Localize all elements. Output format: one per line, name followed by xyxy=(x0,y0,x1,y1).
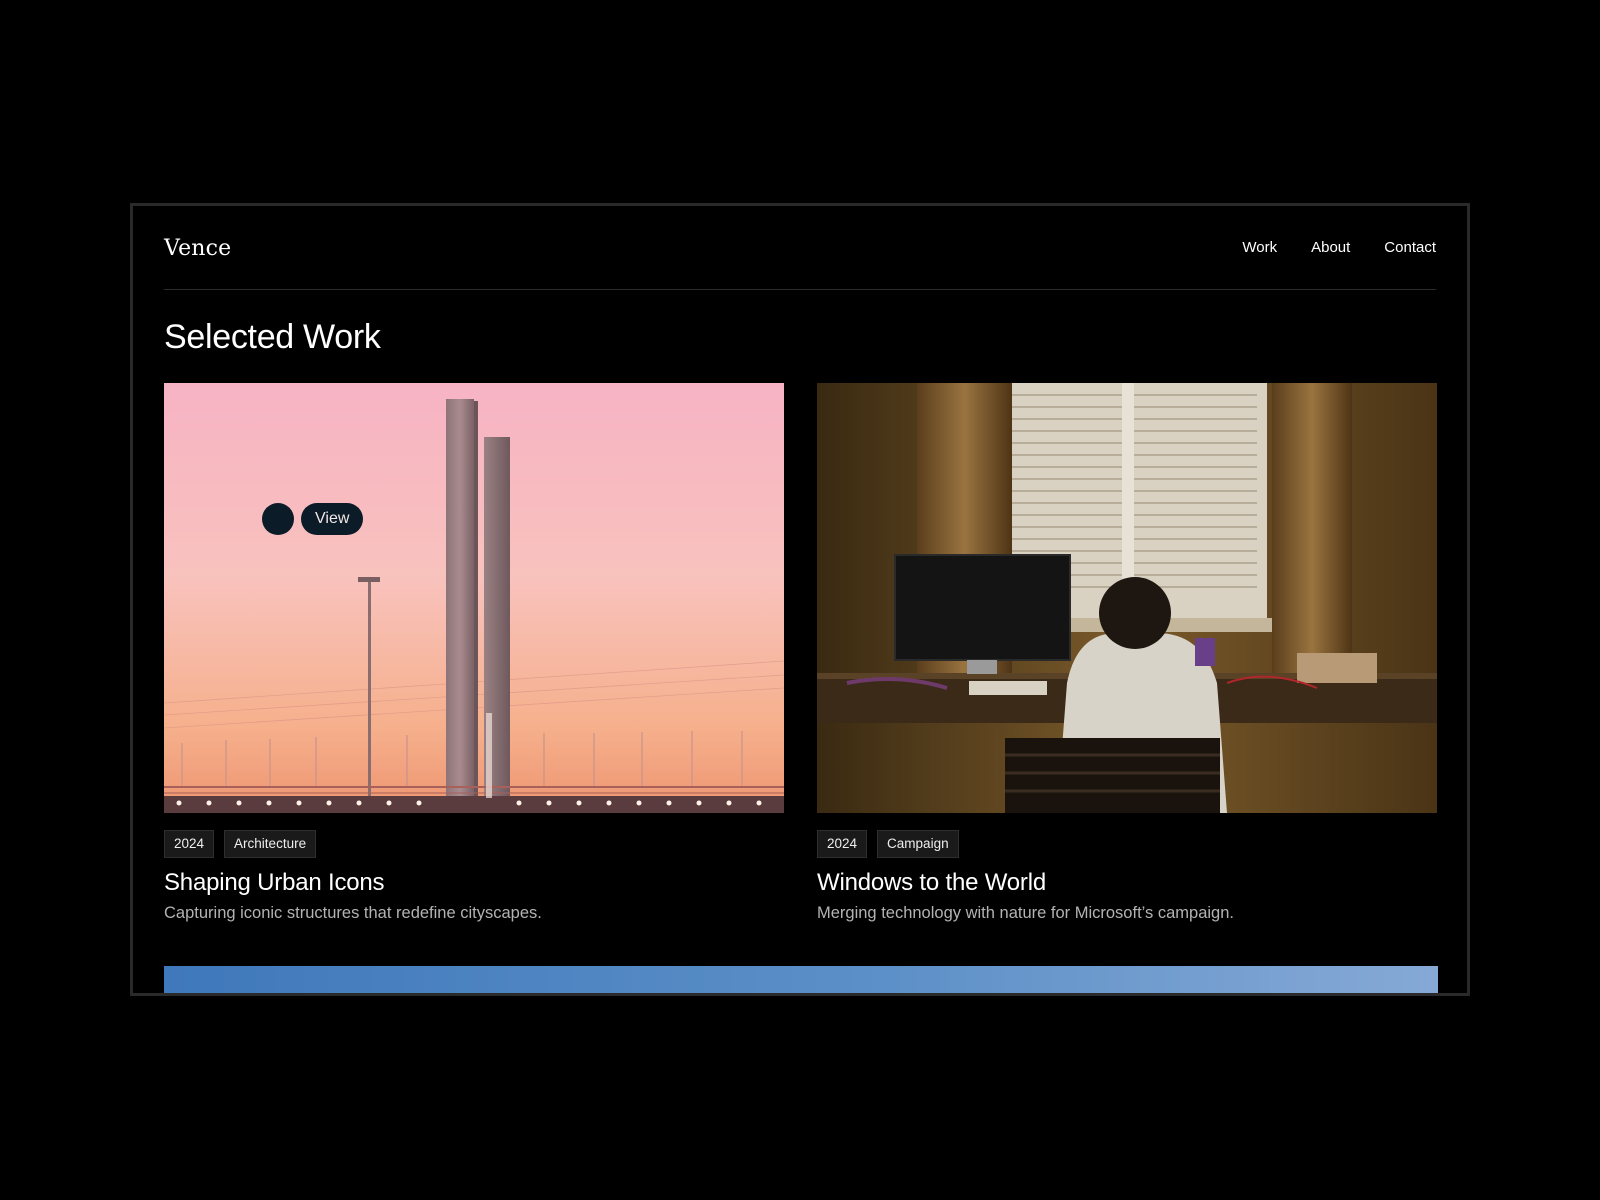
project-tags: 2024 Architecture xyxy=(164,830,784,858)
view-label[interactable]: View xyxy=(301,503,364,535)
project-card-urban-icons[interactable]: View 2024 Architecture Shaping Urban Ico… xyxy=(164,383,784,923)
browser-frame: Vence Work About Contact Selected Work V… xyxy=(130,203,1470,996)
page-title: Selected Work xyxy=(164,318,381,356)
project-image-towers[interactable]: View xyxy=(164,383,784,813)
view-cursor[interactable]: View xyxy=(262,503,364,535)
project-description: Merging technology with nature for Micro… xyxy=(817,904,1234,923)
project-card-windows-world[interactable]: 2024 Campaign Windows to the World Mergi… xyxy=(817,383,1437,923)
project-title[interactable]: Windows to the World xyxy=(817,869,1437,898)
project-image-desk[interactable] xyxy=(817,383,1437,813)
main-nav: Work About Contact xyxy=(1242,239,1436,256)
cursor-dot xyxy=(262,503,294,535)
nav-link-contact[interactable]: Contact xyxy=(1384,239,1436,256)
towers-photo xyxy=(164,383,784,813)
next-project-image[interactable] xyxy=(164,966,1438,993)
nav-link-about[interactable]: About xyxy=(1311,239,1350,256)
nav-link-work[interactable]: Work xyxy=(1242,239,1277,256)
category-tag: Architecture xyxy=(224,830,317,858)
project-description: Capturing iconic structures that redefin… xyxy=(164,904,542,923)
category-tag: Campaign xyxy=(877,830,959,858)
desk-photo xyxy=(817,383,1437,813)
site-logo[interactable]: Vence xyxy=(164,234,231,261)
year-tag: 2024 xyxy=(164,830,215,858)
year-tag: 2024 xyxy=(817,830,868,858)
project-title[interactable]: Shaping Urban Icons xyxy=(164,869,784,898)
project-tags: 2024 Campaign xyxy=(817,830,1437,858)
site-header: Vence Work About Contact xyxy=(164,206,1436,290)
